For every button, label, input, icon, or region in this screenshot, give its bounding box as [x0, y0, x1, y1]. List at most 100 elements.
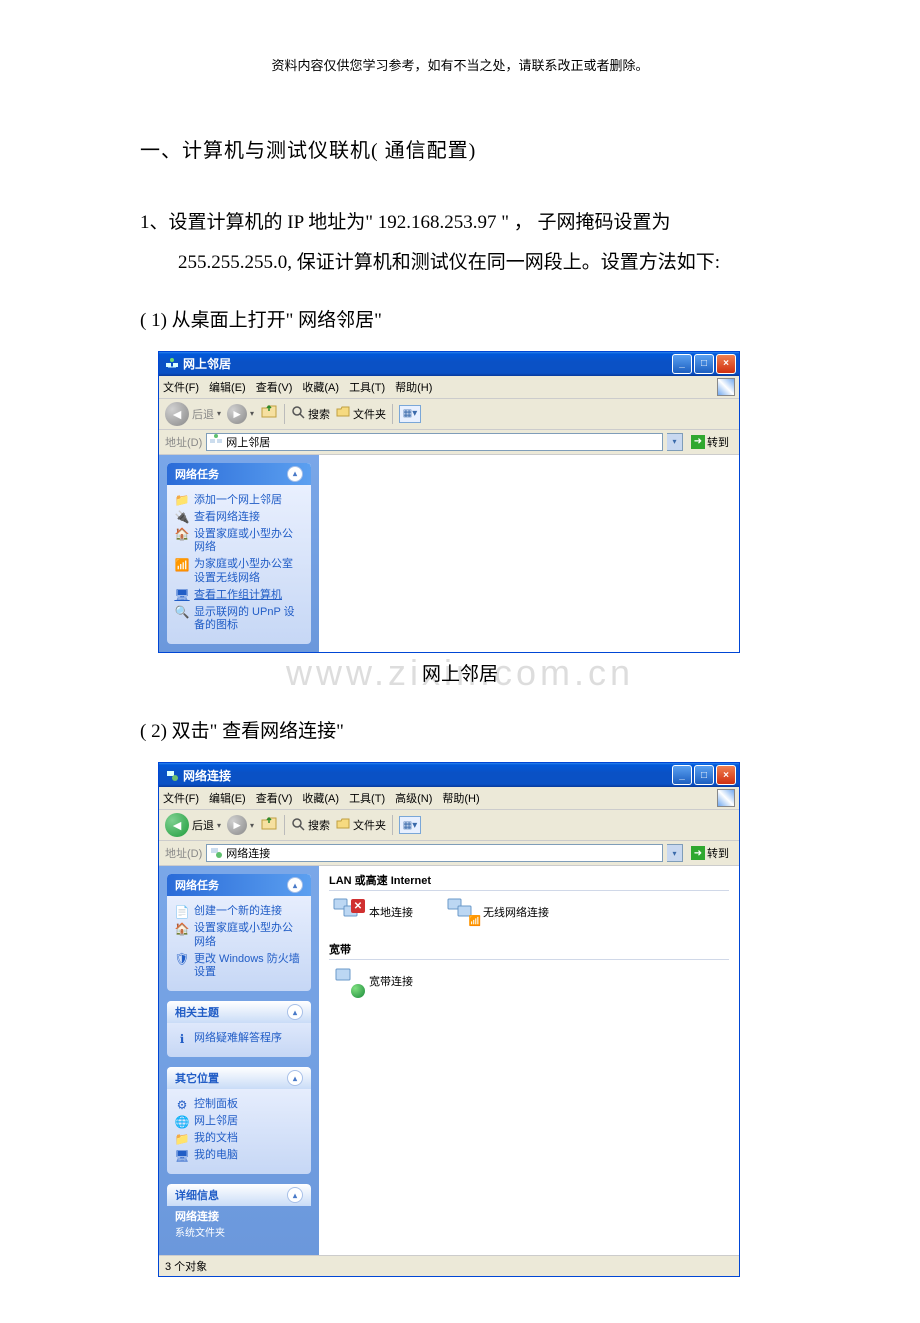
other-net-places[interactable]: 🌐网上邻居: [175, 1115, 303, 1129]
titlebar[interactable]: 网上邻居 _ □ ×: [159, 352, 739, 376]
menu-file[interactable]: 文件(F): [163, 790, 199, 806]
task-label: 我的文档: [194, 1132, 238, 1146]
panel-header[interactable]: 相关主题 ▴: [167, 1001, 311, 1023]
section-title: 一、计算机与测试仪联机( 通信配置): [140, 134, 780, 163]
back-label: 后退: [192, 406, 214, 422]
collapse-icon[interactable]: ▴: [287, 1187, 303, 1203]
back-button[interactable]: ◄ 后退 ▾: [165, 813, 221, 837]
task-label: 设置家庭或小型办公网络: [194, 922, 303, 950]
search-button[interactable]: 搜索: [291, 817, 330, 834]
maximize-button[interactable]: □: [694, 765, 714, 785]
views-button[interactable]: ▦▾: [399, 405, 421, 423]
collapse-icon[interactable]: ▴: [287, 1070, 303, 1086]
details-sub: 系统文件夹: [175, 1228, 225, 1239]
forward-button[interactable]: ► ▾: [227, 815, 254, 835]
address-input[interactable]: 网络连接: [206, 844, 663, 862]
collapse-icon[interactable]: ▴: [287, 877, 303, 893]
menu-edit[interactable]: 编辑(E): [209, 379, 246, 395]
maximize-button[interactable]: □: [694, 354, 714, 374]
folders-button[interactable]: 文件夹: [336, 405, 386, 422]
other-my-docs[interactable]: 📁我的文档: [175, 1132, 303, 1146]
task-setup-home[interactable]: 🏠设置家庭或小型办公网络: [175, 528, 303, 556]
task-view-workgroup[interactable]: 🖥查看工作组计算机: [175, 589, 303, 603]
connection-label: 无线网络连接: [483, 904, 549, 920]
task-add-place[interactable]: 📁添加一个网上邻居: [175, 494, 303, 508]
task-label: 创建一个新的连接: [194, 905, 282, 919]
task-label: 显示联网的 UPnP 设备的图标: [194, 606, 303, 634]
menu-favorites[interactable]: 收藏(A): [302, 790, 339, 806]
toolbar: ◄ 后退 ▾ ► ▾ 搜索: [159, 399, 739, 430]
titlebar[interactable]: 网络连接 _ □ ×: [159, 763, 739, 787]
header-note: 资料内容仅供您学习参考，如有不当之处，请联系改正或者删除。: [140, 55, 780, 74]
task-label: 查看工作组计算机: [194, 589, 282, 603]
task-create-conn[interactable]: 📄创建一个新的连接: [175, 905, 303, 919]
up-folder-icon[interactable]: [260, 402, 278, 425]
control-panel-icon: ⚙: [175, 1098, 189, 1112]
menu-favorites[interactable]: 收藏(A): [302, 379, 339, 395]
panel-title: 网络任务: [175, 466, 219, 482]
menu-view[interactable]: 查看(V): [256, 790, 293, 806]
throbber-icon: [717, 789, 735, 807]
go-label: 转到: [707, 434, 729, 450]
address-dropdown[interactable]: ▾: [667, 844, 683, 862]
close-button[interactable]: ×: [716, 354, 736, 374]
window-body: 网络任务 ▴ 📁添加一个网上邻居 🔌查看网络连接 🏠设置家庭或小型办公网络 📶为…: [159, 455, 739, 653]
chevron-down-icon: ▾: [250, 409, 254, 418]
chevron-down-icon: ▾: [217, 821, 221, 830]
collapse-icon[interactable]: ▴: [287, 466, 303, 482]
panel-header[interactable]: 网络任务 ▴: [167, 463, 311, 485]
task-setup-home[interactable]: 🏠设置家庭或小型办公网络: [175, 922, 303, 950]
step-1: ( 1) 从桌面上打开" 网络邻居": [140, 301, 780, 341]
computer-icon: 🖥: [175, 1149, 189, 1163]
close-button[interactable]: ×: [716, 765, 736, 785]
caption-text: 网上邻居: [422, 664, 498, 685]
search-button[interactable]: 搜索: [291, 405, 330, 422]
back-button[interactable]: ◄ 后退 ▾: [165, 402, 221, 426]
minimize-button[interactable]: _: [672, 354, 692, 374]
back-arrow-icon: ◄: [165, 402, 189, 426]
forward-button[interactable]: ► ▾: [227, 404, 254, 424]
panel-header[interactable]: 详细信息 ▴: [167, 1184, 311, 1206]
menu-view[interactable]: 查看(V): [256, 379, 293, 395]
up-folder-icon[interactable]: [260, 814, 278, 837]
menu-help[interactable]: 帮助(H): [442, 790, 479, 806]
folders-label: 文件夹: [353, 817, 386, 833]
task-label: 我的电脑: [194, 1149, 238, 1163]
menu-help[interactable]: 帮助(H): [395, 379, 432, 395]
sidebar: 网络任务 ▴ 📄创建一个新的连接 🏠设置家庭或小型办公网络 🛡更改 Window…: [159, 866, 319, 1255]
views-button[interactable]: ▦▾: [399, 816, 421, 834]
address-input[interactable]: 网上邻居: [206, 433, 663, 451]
panel-header[interactable]: 其它位置 ▴: [167, 1067, 311, 1089]
title-text: 网上邻居: [183, 355, 672, 372]
minimize-button[interactable]: _: [672, 765, 692, 785]
local-connection-item[interactable]: ✕ 本地连接: [329, 897, 413, 927]
panel-header[interactable]: 网络任务 ▴: [167, 874, 311, 896]
task-firewall[interactable]: 🛡更改 Windows 防火墙设置: [175, 953, 303, 981]
menu-file[interactable]: 文件(F): [163, 379, 199, 395]
other-control-panel[interactable]: ⚙控制面板: [175, 1098, 303, 1112]
address-dropdown[interactable]: ▾: [667, 433, 683, 451]
task-troubleshoot[interactable]: ℹ网络疑难解答程序: [175, 1032, 303, 1046]
go-button[interactable]: ➜ 转到: [687, 433, 733, 451]
folders-button[interactable]: 文件夹: [336, 817, 386, 834]
task-upnp[interactable]: 🔍显示联网的 UPnP 设备的图标: [175, 606, 303, 634]
other-my-computer[interactable]: 🖥 我的电脑: [175, 1149, 303, 1163]
panel-title: 网络任务: [175, 877, 219, 893]
menu-tools[interactable]: 工具(T): [349, 379, 385, 395]
paragraph-1: 1、设置计算机的 IP 地址为" 192.168.253.97 " ， 子网掩码…: [140, 203, 780, 283]
menu-tools[interactable]: 工具(T): [349, 790, 385, 806]
menu-edit[interactable]: 编辑(E): [209, 790, 246, 806]
wireless-connection-item[interactable]: 📶 无线网络连接: [443, 897, 549, 927]
task-setup-wireless[interactable]: 📶为家庭或小型办公室设置无线网络: [175, 558, 303, 586]
chevron-down-icon: ▾: [250, 821, 254, 830]
window-net-connections: 网络连接 _ □ × 文件(F) 编辑(E) 查看(V) 收藏(A) 工具(T)…: [158, 762, 740, 1277]
go-button[interactable]: ➜ 转到: [687, 844, 733, 862]
folders-icon: [336, 405, 350, 422]
menu-advanced[interactable]: 高级(N): [395, 790, 432, 806]
collapse-icon[interactable]: ▴: [287, 1004, 303, 1020]
broadband-connection-item[interactable]: 宽带连接: [329, 966, 413, 996]
add-place-icon: 📁: [175, 494, 189, 508]
task-view-connections[interactable]: 🔌查看网络连接: [175, 511, 303, 525]
network-tasks-panel: 网络任务 ▴ 📄创建一个新的连接 🏠设置家庭或小型办公网络 🛡更改 Window…: [167, 874, 311, 991]
details-panel: 详细信息 ▴ 网络连接 系统文件夹: [167, 1184, 311, 1247]
